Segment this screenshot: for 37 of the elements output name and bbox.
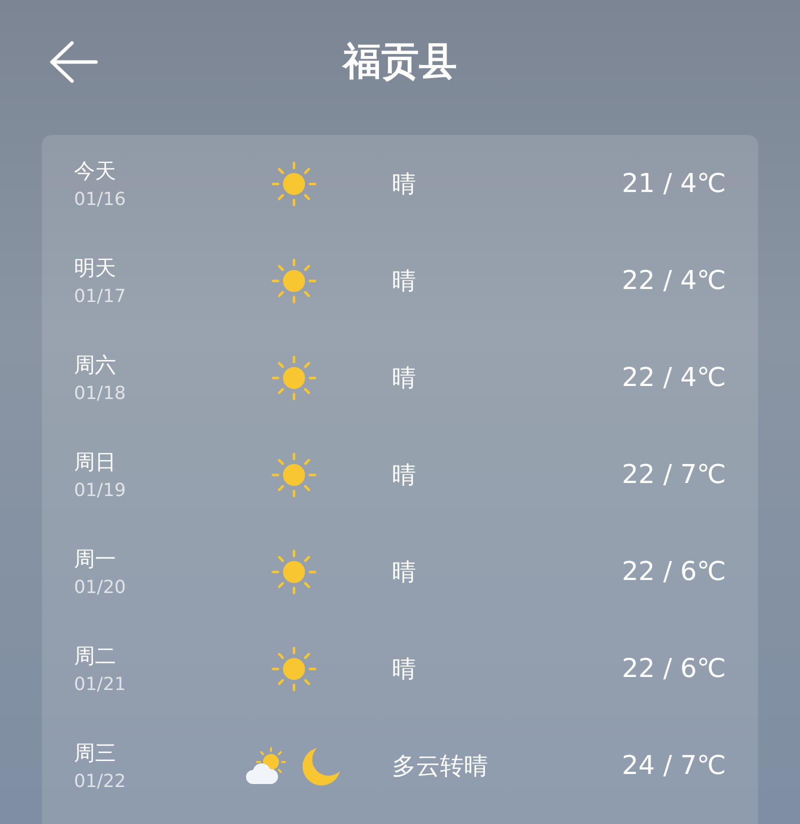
date-label: 01/18 [74, 383, 126, 404]
sun-icon [270, 256, 318, 304]
temperature-label: 22 / 6℃ [622, 654, 726, 684]
date-label: 01/16 [74, 189, 126, 210]
date-label: 01/21 [74, 674, 126, 695]
sun-icon [270, 548, 318, 596]
temperature-label: 22 / 4℃ [622, 362, 726, 392]
temperature-label: 21 / 4℃ [622, 168, 726, 198]
day-label: 周六 [74, 352, 116, 379]
temperature-label: 22 / 6℃ [622, 556, 726, 586]
condition-label: 晴 [392, 168, 417, 200]
sun-icon [270, 354, 318, 402]
date-label: 01/17 [74, 286, 126, 307]
day-label: 周日 [74, 449, 116, 476]
temperature-label: 24 / 7℃ [622, 750, 726, 780]
sun-icon [270, 160, 318, 208]
day-label: 今天 [74, 158, 116, 185]
date-label: 01/19 [74, 480, 126, 501]
day-label: 周三 [74, 740, 116, 767]
day-label: 周二 [74, 643, 116, 670]
condition-label: 晴 [392, 460, 417, 490]
date-label: 01/20 [74, 577, 126, 598]
condition-label: 多云转晴 [392, 750, 489, 782]
back-icon[interactable] [48, 40, 98, 84]
temperature-label: 22 / 4℃ [622, 266, 726, 296]
day-label: 明天 [74, 255, 116, 282]
city-title: 福贡县 [343, 38, 457, 84]
temperature-label: 22 / 7℃ [622, 460, 726, 490]
sun-icon [270, 450, 318, 498]
condition-label: 晴 [392, 556, 417, 588]
partly-cloudy-icon [245, 746, 289, 786]
sun-icon [270, 644, 318, 692]
condition-label: 晴 [392, 362, 417, 394]
condition-label: 晴 [392, 654, 417, 684]
date-label: 01/22 [74, 771, 126, 792]
day-label: 周一 [74, 546, 116, 573]
condition-label: 晴 [392, 266, 417, 296]
